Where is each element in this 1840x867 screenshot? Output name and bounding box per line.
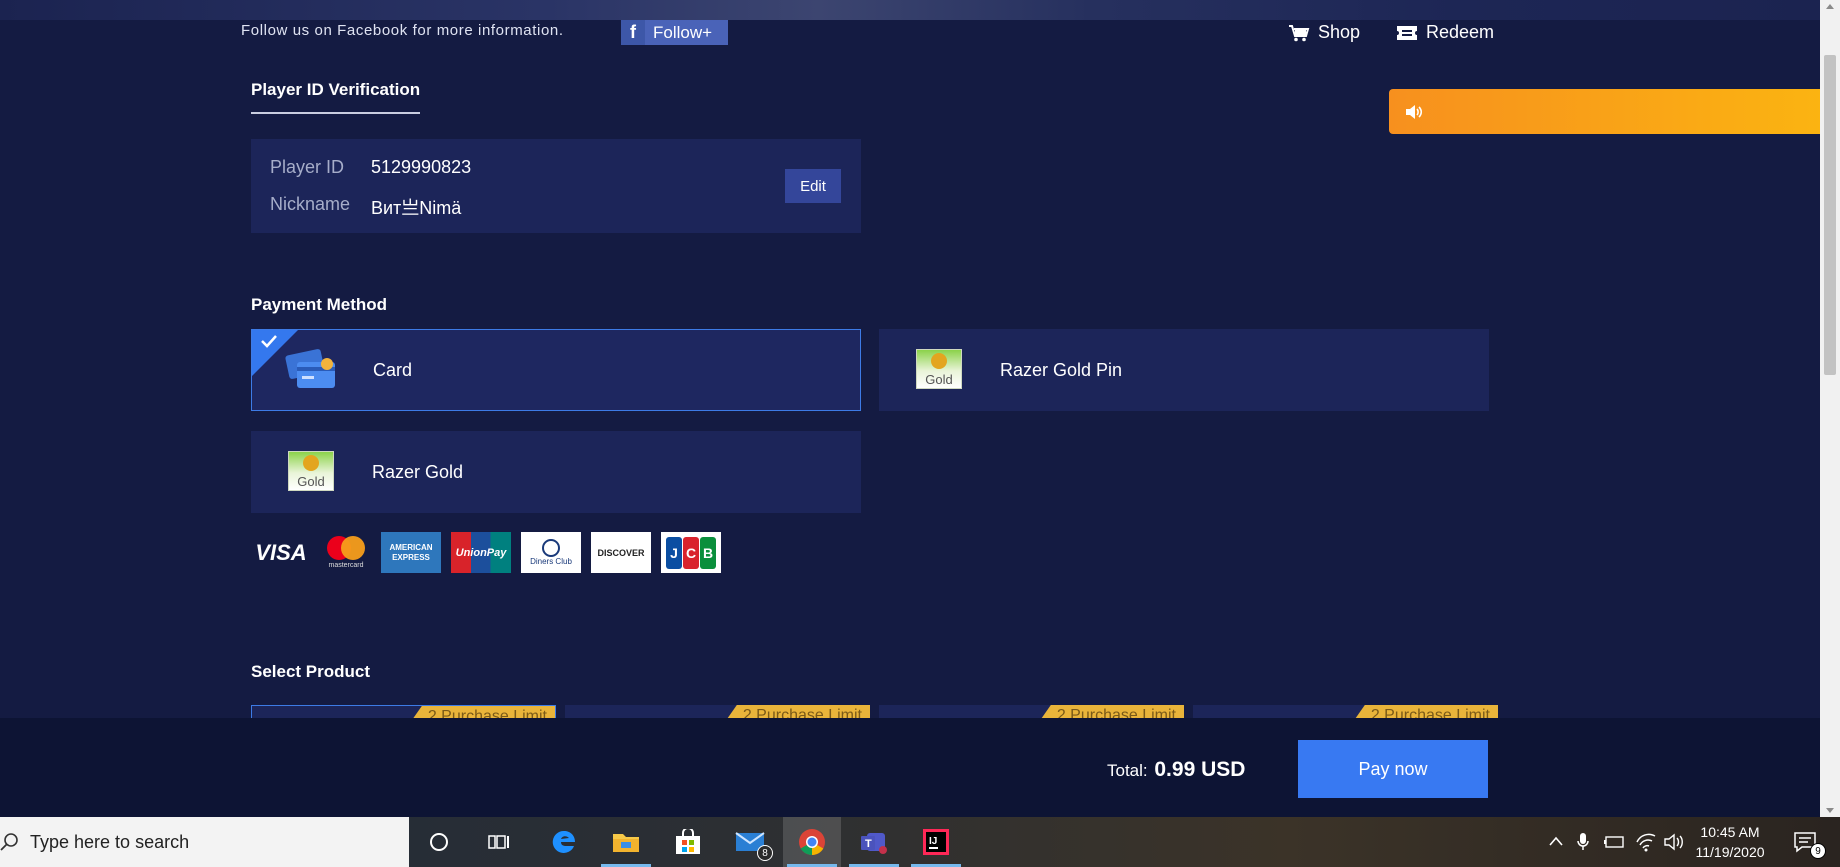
system-clock[interactable]: 10:45 AM 11/19/2020 xyxy=(1690,822,1770,862)
banner-image xyxy=(0,0,1820,20)
battery-icon[interactable] xyxy=(1603,834,1625,850)
cart-icon xyxy=(1289,24,1310,41)
select-product-title: Select Product xyxy=(251,662,371,681)
verification-title: Player ID Verification xyxy=(251,80,421,114)
visa-logo: VISA xyxy=(255,539,307,565)
notification-center-button[interactable]: 9 xyxy=(1780,817,1830,867)
shop-link[interactable]: Shop xyxy=(1288,22,1360,43)
edge-icon xyxy=(552,830,575,853)
ticket-icon xyxy=(1397,25,1417,40)
teams-icon: T xyxy=(861,833,887,854)
unionpay-logo: UnionPay xyxy=(451,532,511,573)
taskbar-intellij[interactable]: IJ xyxy=(907,817,965,867)
player-id-label: Player ID xyxy=(270,157,345,177)
payment-option-razer-gold-pin[interactable]: Gold Razer Gold Pin xyxy=(879,329,1489,411)
razer-gold-pin-icon: Gold xyxy=(916,349,962,389)
nickname-label: Nickname xyxy=(270,194,351,214)
scroll-down-arrow[interactable] xyxy=(1826,808,1834,813)
facebook-follow-button[interactable]: f Follow+ xyxy=(621,20,728,45)
diners-club-text: Diners Club xyxy=(530,557,572,566)
svg-text:T: T xyxy=(865,838,872,850)
wifi-icon[interactable] xyxy=(1635,832,1657,852)
payment-method-title: Payment Method xyxy=(251,295,388,314)
scroll-up-arrow[interactable] xyxy=(1826,4,1834,9)
search-icon xyxy=(0,833,18,851)
taskbar-chrome[interactable] xyxy=(783,817,841,867)
amex-logo: AMERICAN EXPRESS xyxy=(381,532,441,573)
announcement-bar[interactable] xyxy=(1389,89,1820,134)
accepted-cards: VISA mastercard AMERICAN EXPRESS UnionPa… xyxy=(251,532,721,573)
clock-date: 11/19/2020 xyxy=(1695,844,1765,860)
scrollbar-thumb[interactable] xyxy=(1824,55,1836,375)
card-label: Card xyxy=(373,359,413,380)
pay-now-button[interactable]: Pay now xyxy=(1298,740,1488,798)
credit-card-icon xyxy=(285,349,335,388)
task-view-button[interactable] xyxy=(470,817,528,867)
mastercard-text: mastercard xyxy=(328,562,364,569)
razer-gold-badge: Gold xyxy=(297,474,325,489)
mail-badge: 8 xyxy=(757,845,773,861)
total-amount: Total: 0.99 USD xyxy=(1107,758,1245,782)
razer-gold-pin-label: Razer Gold Pin xyxy=(1000,359,1123,380)
taskbar-teams[interactable]: T xyxy=(845,817,903,867)
speaker-icon xyxy=(1406,104,1423,119)
player-id-value: 5129990823 xyxy=(371,157,472,177)
microphone-icon[interactable] xyxy=(1576,832,1590,852)
nickname-value: Вит亗Nimä xyxy=(371,198,462,218)
diners-club-logo: Diners Club xyxy=(521,532,581,573)
cortana-button[interactable] xyxy=(410,817,468,867)
page-scrollbar[interactable] xyxy=(1820,0,1840,817)
web-page: Follow us on Facebook for more informati… xyxy=(0,0,1820,817)
jcb-logo: J C B xyxy=(661,532,721,573)
redeem-label: Redeem xyxy=(1426,22,1495,42)
player-info-card: Player ID 5129990823 Nickname Вит亗Nimä E… xyxy=(251,139,861,233)
taskbar-edge[interactable] xyxy=(535,817,593,867)
folder-icon xyxy=(613,834,639,852)
payment-option-razer-gold[interactable]: Gold Razer Gold xyxy=(251,431,861,513)
taskbar-file-explorer[interactable] xyxy=(597,817,655,867)
taskbar-store[interactable] xyxy=(659,817,717,867)
checkmark-icon xyxy=(261,335,277,348)
clock-time: 10:45 AM xyxy=(1700,824,1760,840)
follow-label: Follow+ xyxy=(653,22,713,42)
redeem-link[interactable]: Redeem xyxy=(1396,22,1494,43)
svg-text:IJ: IJ xyxy=(929,836,937,847)
chrome-icon xyxy=(799,829,825,856)
razer-gold-pin-badge: Gold xyxy=(925,372,953,387)
payment-option-card[interactable]: Card xyxy=(251,329,861,411)
notification-badge: 9 xyxy=(1810,843,1826,859)
nickname-row: Nickname Вит亗Nimä xyxy=(270,194,461,220)
shop-label: Shop xyxy=(1318,22,1361,42)
search-placeholder: Type here to search xyxy=(30,831,190,852)
razer-gold-icon: Gold xyxy=(288,451,334,491)
taskbar-search-box[interactable]: Type here to search xyxy=(0,817,409,867)
total-label: Total: xyxy=(1107,761,1148,780)
total-value: 0.99 USD xyxy=(1154,758,1246,781)
task-view-icon xyxy=(488,835,509,849)
discover-logo: DISCOVER xyxy=(591,532,651,573)
edit-button[interactable]: Edit xyxy=(785,169,841,203)
chevron-up-icon[interactable] xyxy=(1548,835,1564,847)
intellij-icon: IJ xyxy=(923,829,949,855)
player-id-row: Player ID 5129990823 xyxy=(270,157,471,178)
razer-gold-label: Razer Gold xyxy=(372,461,464,482)
checkout-footer: Total: 0.99 USD Pay now xyxy=(0,718,1820,817)
facebook-info-text: Follow us on Facebook for more informati… xyxy=(241,22,564,39)
cortana-icon xyxy=(430,833,448,851)
store-icon xyxy=(676,829,700,854)
taskbar-mail[interactable]: 8 xyxy=(721,817,779,867)
windows-taskbar: Type here to search 8 T IJ 10:45 AM 11/1… xyxy=(0,817,1840,867)
mastercard-logo: mastercard xyxy=(321,532,371,573)
volume-icon[interactable] xyxy=(1663,832,1685,852)
facebook-icon: f xyxy=(621,20,645,45)
